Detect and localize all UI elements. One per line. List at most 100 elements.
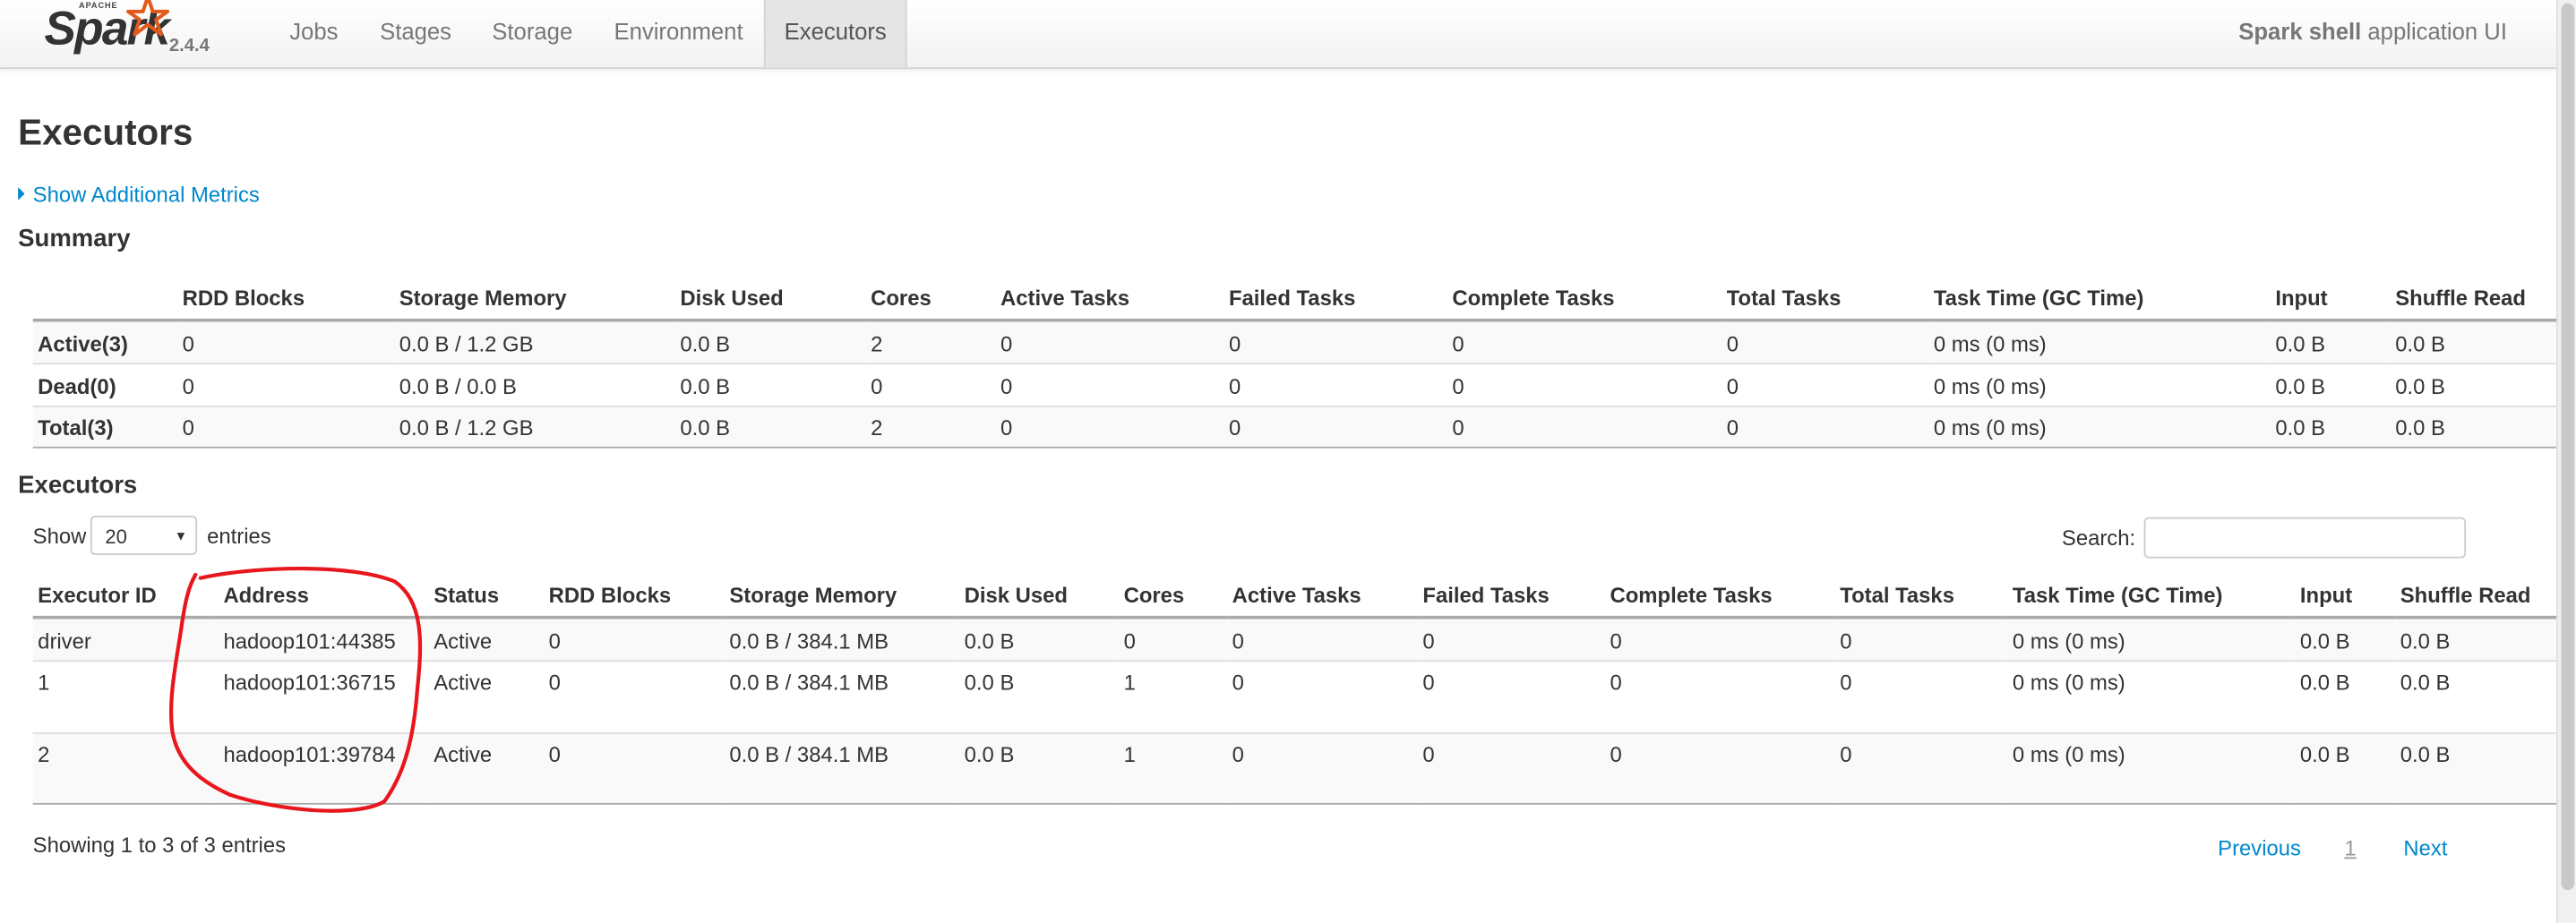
search-input[interactable] (2143, 517, 2467, 559)
executor-cell: 0.0 B (2395, 731, 2557, 804)
executor-cell: 0 (1227, 616, 1418, 661)
executor-cell: 1 (32, 659, 210, 733)
col-active-tasks[interactable]: Active Tasks (1227, 573, 1418, 620)
summary-col-active-tasks: Active Tasks (995, 276, 1224, 322)
executor-cell: 0 (1417, 659, 1606, 733)
caret-right-icon (18, 187, 25, 201)
summary-col-blank (32, 276, 178, 322)
executor-cell: 0 (1227, 659, 1418, 733)
spark-star-icon (126, 0, 170, 37)
tab-environment[interactable]: Environment (599, 0, 757, 67)
executor-cell: 0 (1834, 616, 2008, 661)
col-input[interactable]: Input (2295, 573, 2396, 620)
tab-executors[interactable]: Executors (763, 0, 907, 68)
summary-cell: 0 (1722, 405, 1929, 448)
executor-cell: 0 (544, 659, 725, 733)
summary-col-storage-memory: Storage Memory (394, 276, 675, 322)
executor-cell: hadoop101:39784 (210, 731, 429, 804)
summary-cell: 0.0 B (2270, 319, 2391, 363)
pagination-next[interactable]: Next (2403, 836, 2447, 861)
executor-cell: Active (428, 731, 545, 804)
executors-table: Executor ID Address Status RDD Blocks St… (32, 573, 2557, 804)
col-cores[interactable]: Cores (1119, 573, 1228, 620)
pagination-previous[interactable]: Previous (2218, 836, 2301, 861)
executor-cell: driver (32, 616, 210, 661)
tab-storage[interactable]: Storage (480, 0, 585, 67)
dropdown-arrow-icon: ▼ (174, 528, 188, 544)
summary-cell: 0.0 B (674, 362, 866, 406)
summary-cell: 2 (865, 319, 996, 363)
col-task-time[interactable]: Task Time (GC Time) (2007, 573, 2296, 620)
executor-row-driver: driver hadoop101:44385 Active 0 0.0 B / … (32, 616, 2557, 661)
summary-cell: Total(3) (32, 405, 178, 448)
scrollbar-thumb[interactable] (2561, 3, 2575, 891)
summary-heading: Summary (18, 225, 131, 253)
entries-label: entries (207, 524, 271, 549)
executor-cell: 0 (1417, 731, 1606, 804)
summary-col-input: Input (2270, 276, 2391, 322)
col-total-tasks[interactable]: Total Tasks (1834, 573, 2008, 620)
col-disk-used[interactable]: Disk Used (959, 573, 1120, 620)
col-complete-tasks[interactable]: Complete Tasks (1605, 573, 1835, 620)
spark-version: 2.4.4 (168, 36, 210, 56)
summary-cell: 0.0 B (674, 405, 866, 448)
vertical-scrollbar[interactable] (2556, 0, 2576, 923)
page-length-select[interactable]: 20 ▼ (90, 515, 198, 555)
executor-cell: 0.0 B (959, 616, 1120, 661)
summary-cell: 0 (1722, 362, 1929, 406)
summary-cell: 0 (1722, 319, 1929, 363)
executor-cell: 0 (1605, 659, 1835, 733)
executor-cell: hadoop101:36715 (210, 659, 429, 733)
summary-col-rdd-blocks: RDD Blocks (177, 276, 395, 322)
summary-cell: Dead(0) (32, 362, 178, 406)
executor-cell: 0 (1417, 616, 1606, 661)
col-storage-memory[interactable]: Storage Memory (724, 573, 960, 620)
spark-logo[interactable]: APACHE Spark 2.4.4 (45, 0, 226, 67)
tab-stages[interactable]: Stages (365, 0, 467, 67)
executor-row-2: 2 hadoop101:39784 Active 0 0.0 B / 384.1… (32, 731, 2557, 804)
page-length-control: Show 20 ▼ entries (33, 515, 271, 559)
tab-jobs[interactable]: Jobs (268, 0, 360, 67)
col-rdd-blocks[interactable]: RDD Blocks (544, 573, 725, 620)
executor-cell: 0.0 B (959, 731, 1120, 804)
summary-cell: Active(3) (32, 319, 178, 363)
show-additional-metrics-link[interactable]: Show Additional Metrics (18, 183, 260, 207)
top-navbar: APACHE Spark 2.4.4 Jobs Stages Storage E… (0, 0, 2557, 70)
summary-cell: 0.0 B (2390, 362, 2557, 406)
col-failed-tasks[interactable]: Failed Tasks (1417, 573, 1606, 620)
summary-cell: 0 ms (0 ms) (1928, 319, 2271, 363)
summary-cell: 0.0 B / 1.2 GB (394, 319, 675, 363)
summary-cell: 0.0 B / 0.0 B (394, 362, 675, 406)
pagination-page-1[interactable]: 1 (2344, 836, 2356, 861)
summary-cell: 0 (865, 362, 996, 406)
summary-row-active: Active(3) 0 0.0 B / 1.2 GB 0.0 B 2 0 0 0… (32, 319, 2557, 363)
summary-cell: 0 (1447, 405, 1722, 448)
summary-col-complete-tasks: Complete Tasks (1447, 276, 1722, 322)
summary-cell: 0 (177, 362, 395, 406)
summary-cell: 0 (1224, 319, 1447, 363)
search-label: Search: (2061, 525, 2136, 551)
summary-cell: 0 ms (0 ms) (1928, 362, 2271, 406)
summary-col-disk-used: Disk Used (674, 276, 866, 322)
col-status[interactable]: Status (428, 573, 545, 620)
executor-cell: 1 (1119, 731, 1228, 804)
executor-cell: Active (428, 616, 545, 661)
summary-cell: 2 (865, 405, 996, 448)
app-title-suffix: application UI (2361, 18, 2507, 45)
executor-cell: 0 (1834, 731, 2008, 804)
executor-cell: 0 (1834, 659, 2008, 733)
summary-cell: 0 (177, 405, 395, 448)
page-length-value: 20 (105, 525, 127, 549)
executor-cell: 0 ms (0 ms) (2007, 616, 2296, 661)
col-shuffle-read[interactable]: Shuffle Read (2395, 573, 2557, 620)
executor-cell: 0 (1605, 731, 1835, 804)
executor-cell: hadoop101:44385 (210, 616, 429, 661)
summary-cell: 0.0 B (2390, 319, 2557, 363)
summary-cell: 0 (1447, 319, 1722, 363)
summary-cell: 0 (1447, 362, 1722, 406)
summary-row-total: Total(3) 0 0.0 B / 1.2 GB 0.0 B 2 0 0 0 … (32, 405, 2557, 448)
col-address[interactable]: Address (210, 573, 429, 620)
app-name: Spark shell (2238, 18, 2362, 45)
summary-cell: 0 (1224, 362, 1447, 406)
col-executor-id[interactable]: Executor ID (32, 573, 210, 620)
